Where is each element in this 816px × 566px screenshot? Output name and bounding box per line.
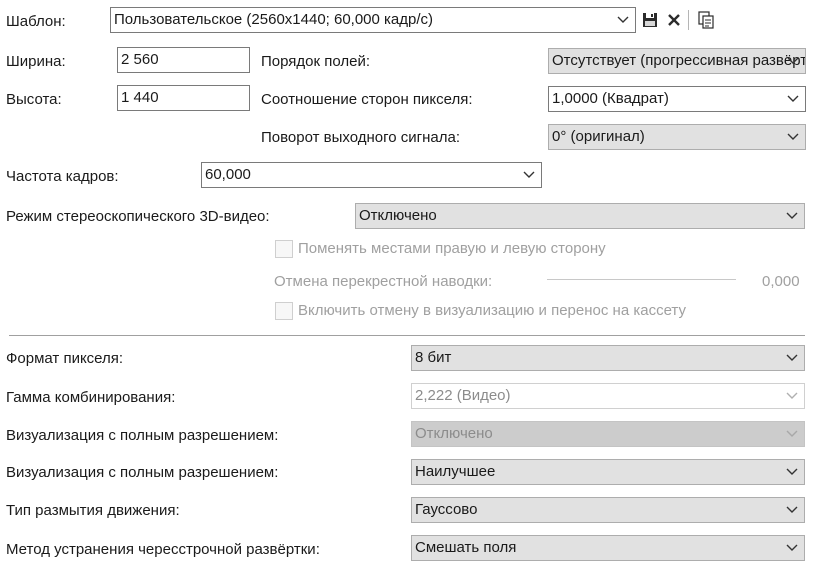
full-res-render-2-select[interactable]: Наилучшее (411, 459, 805, 485)
crosstalk-value: 0,000 (762, 273, 800, 290)
enable-cancel-checkbox[interactable] (275, 302, 293, 320)
save-icon[interactable] (641, 11, 659, 29)
crosstalk-label: Отмена перекрестной наводки: (274, 273, 493, 290)
chevron-down-icon (617, 16, 629, 24)
full-res-render-1-value: Отключено (415, 425, 493, 442)
full-res-render-2-label: Визуализация с полным разрешением: (6, 464, 279, 481)
pixel-aspect-value: 1,0000 (Квадрат) (552, 90, 669, 107)
width-input[interactable]: 2 560 (117, 47, 250, 73)
motion-blur-value: Гауссово (415, 501, 478, 518)
chevron-down-icon (786, 544, 798, 552)
template-label: Шаблон: (6, 13, 66, 30)
frame-rate-label: Частота кадров: (6, 168, 119, 185)
height-input[interactable]: 1 440 (117, 85, 250, 111)
compositing-gamma-label: Гамма комбинирования: (6, 389, 176, 406)
enable-cancel-label: Включить отмену в визуализацию и перенос… (298, 302, 686, 319)
delete-icon[interactable] (665, 11, 683, 29)
chevron-down-icon (786, 430, 798, 438)
deinterlace-label: Метод устранения чересстрочной развёртки… (6, 541, 320, 558)
chevron-down-icon (786, 354, 798, 362)
pixel-format-value: 8 бит (415, 349, 452, 366)
chevron-down-icon (786, 468, 798, 476)
compositing-gamma-value: 2,222 (Видео) (415, 387, 511, 404)
pixel-format-select[interactable]: 8 бит (411, 345, 805, 371)
template-value: Пользовательское (2560x1440; 60,000 кадр… (114, 11, 434, 28)
toolbar-separator (688, 10, 689, 30)
field-order-label: Порядок полей: (261, 53, 371, 70)
motion-blur-label: Тип размытия движения: (6, 502, 180, 519)
chevron-down-icon (787, 133, 799, 141)
crosstalk-slider[interactable] (547, 279, 736, 280)
pixel-aspect-select[interactable]: 1,0000 (Квадрат) (548, 86, 806, 112)
template-select[interactable]: Пользовательское (2560x1440; 60,000 кадр… (110, 7, 636, 33)
chevron-down-icon (787, 95, 799, 103)
section-divider (9, 335, 805, 336)
height-label: Высота: (6, 91, 62, 108)
swap-sides-label: Поменять местами правую и левую сторону (298, 240, 606, 257)
deinterlace-select[interactable]: Смешать поля (411, 535, 805, 561)
chevron-down-icon (786, 392, 798, 400)
deinterlace-value: Смешать поля (415, 539, 517, 556)
swap-sides-checkbox[interactable] (275, 240, 293, 258)
full-res-render-1-label: Визуализация с полным разрешением: (6, 427, 279, 444)
info-icon[interactable] (697, 11, 715, 29)
chevron-down-icon (523, 171, 535, 179)
motion-blur-select[interactable]: Гауссово (411, 497, 805, 523)
stereo-mode-select[interactable]: Отключено (355, 203, 805, 229)
frame-rate-value: 60,000 (205, 166, 251, 183)
stereo-mode-value: Отключено (359, 207, 437, 224)
chevron-down-icon (787, 57, 799, 65)
full-res-render-2-value: Наилучшее (415, 463, 496, 480)
frame-rate-select[interactable]: 60,000 (201, 162, 542, 188)
width-label: Ширина: (6, 53, 66, 70)
stereo-mode-label: Режим стереоскопического 3D-видео: (6, 208, 270, 225)
full-res-render-1-select[interactable]: Отключено (411, 421, 805, 447)
chevron-down-icon (786, 212, 798, 220)
field-order-value: Отсутствует (прогрессивная развёртка) (552, 52, 806, 69)
compositing-gamma-select[interactable]: 2,222 (Видео) (411, 383, 805, 409)
output-rotation-value: 0° (оригинал) (552, 128, 645, 145)
chevron-down-icon (786, 506, 798, 514)
field-order-select[interactable]: Отсутствует (прогрессивная развёртка) (548, 48, 806, 74)
pixel-format-label: Формат пикселя: (6, 350, 124, 367)
pixel-aspect-label: Соотношение сторон пикселя: (261, 91, 473, 108)
output-rotation-label: Поворот выходного сигнала: (261, 129, 461, 146)
output-rotation-select[interactable]: 0° (оригинал) (548, 124, 806, 150)
